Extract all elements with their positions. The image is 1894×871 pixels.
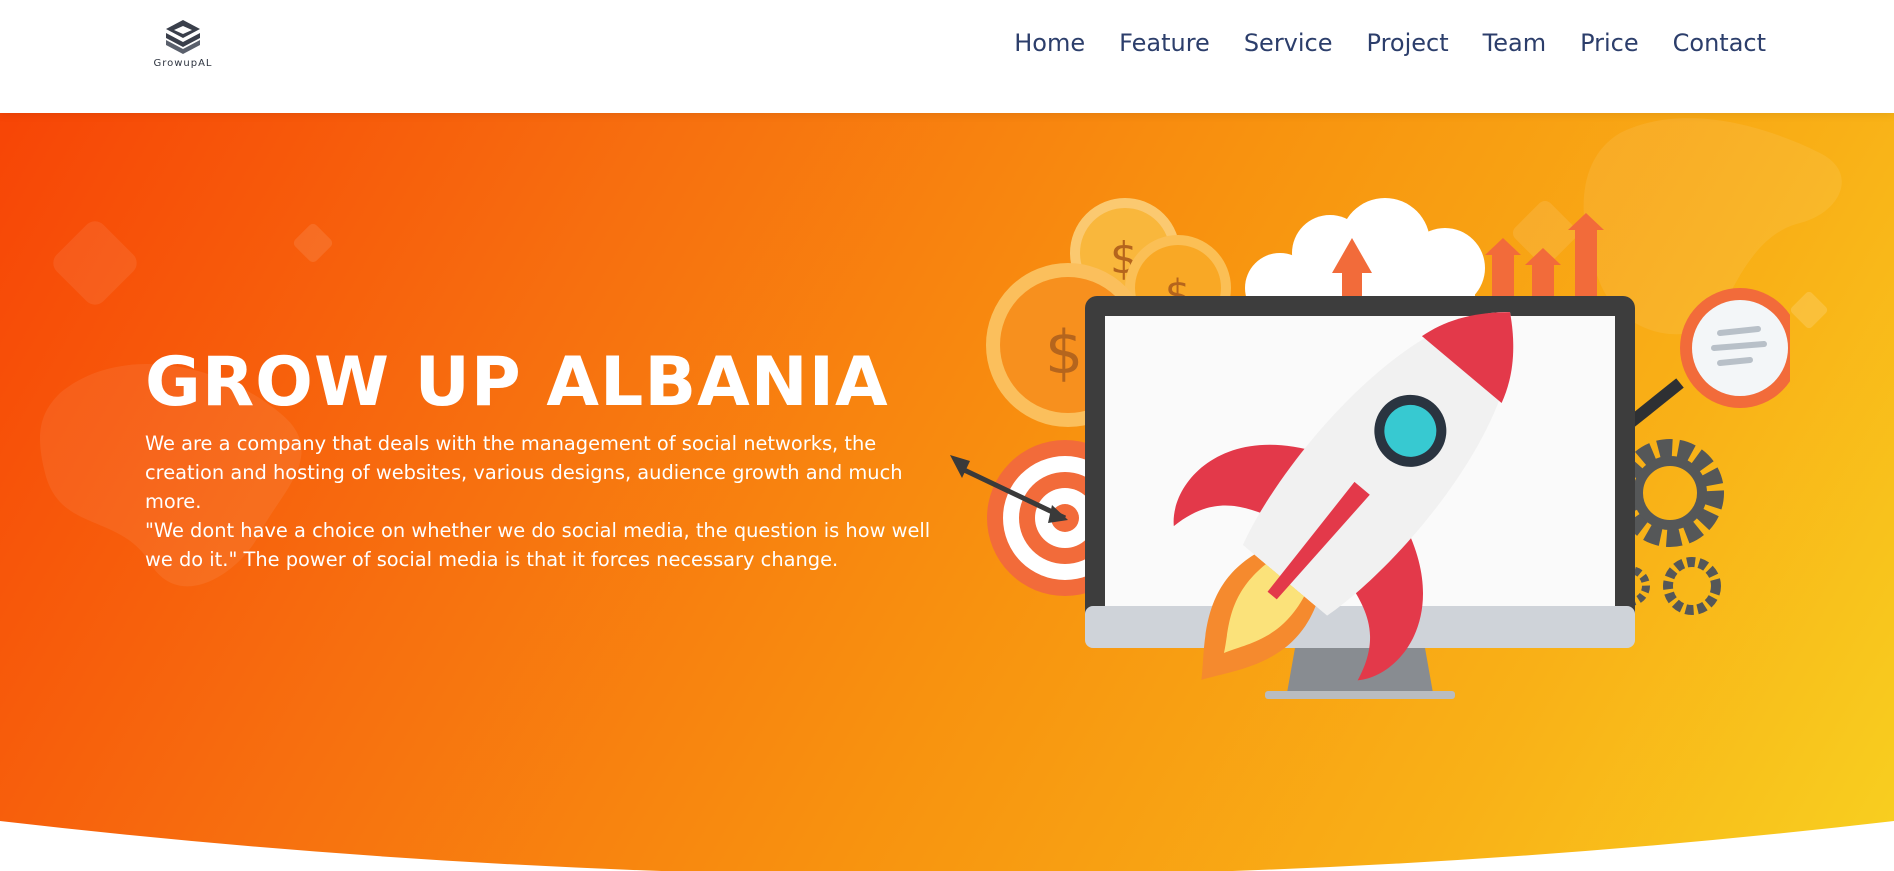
logo-icon [166, 20, 200, 54]
hero-text-block: We are a company that deals with the man… [145, 429, 935, 574]
main-nav: Home Feature Service Project Team Price … [980, 26, 1766, 60]
hero-bottom-wave [0, 821, 1894, 871]
hero-section: GROW UP ALBANIA We are a company that de… [0, 113, 1894, 871]
nav-contact[interactable]: Contact [1673, 26, 1766, 60]
logo-text: GrowupAL [153, 58, 213, 69]
nav-home[interactable]: Home [1014, 26, 1085, 60]
hero-title: GROW UP ALBANIA [145, 343, 889, 422]
brand-logo[interactable]: GrowupAL [148, 16, 218, 74]
navbar: GrowupAL Home Feature Service Project Te… [0, 0, 1894, 113]
nav-team[interactable]: Team [1483, 26, 1546, 60]
chat-bubble-icon [1626, 288, 1790, 428]
hero-description: We are a company that deals with the man… [145, 432, 903, 513]
nav-service[interactable]: Service [1244, 26, 1333, 60]
rocket-monitor-illustration: $ $ $ [950, 198, 1790, 699]
hero-quote: "We dont have a choice on whether we do … [145, 519, 931, 571]
nav-project[interactable]: Project [1367, 26, 1449, 60]
nav-price[interactable]: Price [1580, 26, 1639, 60]
svg-text:$: $ [1045, 318, 1083, 388]
nav-feature[interactable]: Feature [1119, 26, 1210, 60]
